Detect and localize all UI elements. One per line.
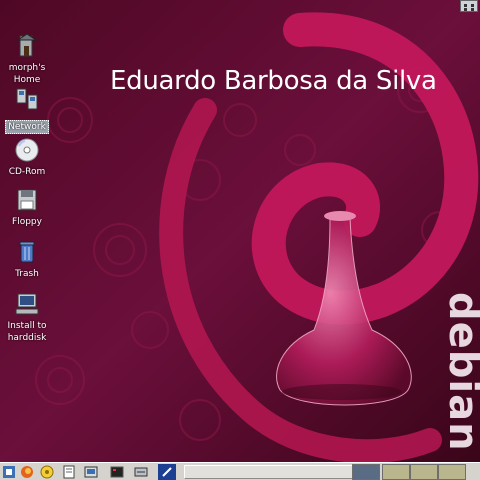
desktop-icon-label: Network [5, 120, 49, 134]
desktop-icon-install[interactable]: Install to harddisk [0, 290, 58, 344]
brand-text: debian [440, 292, 480, 452]
desktop-icon-trash[interactable]: Trash [0, 238, 58, 280]
wallpaper-overlay-text: Eduardo Barbosa da Silva [110, 66, 437, 96]
desktop[interactable]: Eduardo Barbosa da Silva debian morph's … [0, 0, 480, 462]
task-list-area[interactable] [184, 465, 374, 479]
computer-icon [13, 290, 41, 318]
settings-icon[interactable] [132, 464, 150, 480]
desktop-icon-label: Install to harddisk [7, 321, 47, 343]
desktop-icon-network[interactable]: Network [0, 86, 58, 134]
file-manager-icon[interactable] [82, 464, 100, 480]
desktop-icon-label: CD-Rom [8, 167, 46, 177]
desktop-icon-cdrom[interactable]: CD-Rom [0, 136, 58, 178]
firefox-icon[interactable] [18, 464, 36, 480]
trash-icon [13, 238, 41, 266]
start-menu-icon[interactable] [0, 464, 18, 480]
desktop-icon-label: Trash [15, 269, 39, 279]
corner-widget-icon[interactable] [460, 0, 478, 12]
home-icon [13, 32, 41, 60]
virtual-desktop-4[interactable] [438, 464, 466, 480]
desktop-icon-floppy[interactable]: Floppy [0, 186, 58, 228]
virtual-desktop-1[interactable] [352, 464, 380, 480]
cdrom-icon [13, 136, 41, 164]
network-icon [13, 86, 41, 114]
taskbar [0, 462, 480, 480]
text-editor-icon[interactable] [60, 464, 78, 480]
virtual-desktop-3[interactable] [410, 464, 438, 480]
floppy-icon [13, 186, 41, 214]
desktop-icon-label: Floppy [12, 217, 42, 227]
debian-brand-logo: debian [440, 288, 480, 452]
desktop-icon-home[interactable]: morph's Home [0, 32, 58, 86]
terminal-icon[interactable] [108, 464, 126, 480]
desktop-icon-label: morph's Home [8, 63, 46, 85]
virtual-desktop-2[interactable] [382, 464, 410, 480]
edit-pen-icon[interactable] [158, 464, 176, 480]
konqueror-icon[interactable] [38, 464, 56, 480]
